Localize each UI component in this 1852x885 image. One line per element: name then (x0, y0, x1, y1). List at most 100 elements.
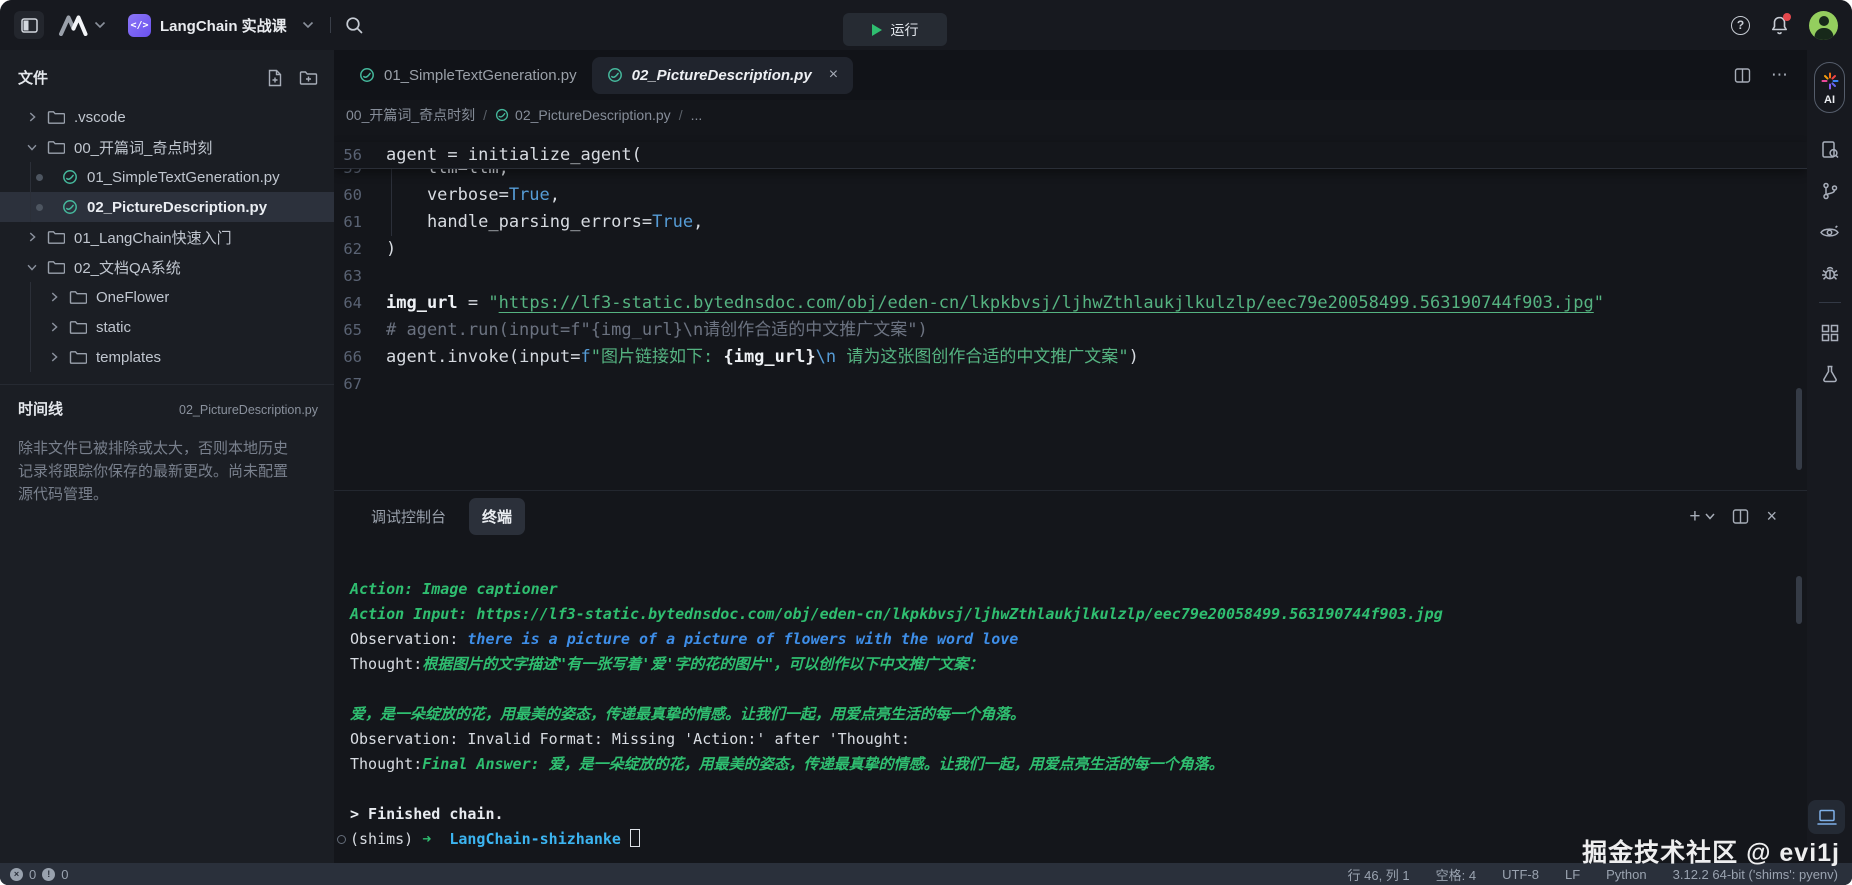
code-line[interactable]: 65# agent.run(input=f"{img_url}\n请创作合适的中… (334, 317, 1807, 344)
tree-row[interactable]: 00_开篇词_奇点时刻 (0, 132, 334, 162)
workspace-switcher[interactable]: </> LangChain 实战课 (128, 14, 314, 37)
code-line[interactable]: 60 verbose=True, (334, 182, 1807, 209)
tree-row[interactable]: templates (0, 342, 334, 372)
breadcrumb-more[interactable]: ... (691, 107, 703, 123)
chevron-right-icon[interactable] (46, 290, 62, 304)
tab-terminal[interactable]: 终端 (469, 498, 525, 535)
tree-item-label: 01_LangChain快速入门 (74, 227, 232, 248)
breadcrumb-folder[interactable]: 00_开篇词_奇点时刻 (346, 105, 475, 125)
remote-screen-button[interactable] (1808, 800, 1845, 834)
watermark: 掘金技术社区 @ evi1j (1582, 833, 1840, 869)
notifications-button[interactable] (1770, 15, 1789, 35)
code-line[interactable]: 66agent.invoke(input=f"图片链接如下: {img_url}… (334, 344, 1807, 371)
eol[interactable]: LF (1565, 867, 1580, 882)
warnings-count[interactable]: 0 (61, 867, 68, 882)
toggle-sidebar-button[interactable] (14, 11, 44, 39)
tab-debug-console[interactable]: 调试控制台 (358, 498, 459, 535)
terminal-scrollbar[interactable] (1796, 576, 1802, 624)
terminal-line: 爱，是一朵绽放的花，用最美的姿态，传递最真挚的情感。让我们一起，用爱点亮生活的每… (350, 702, 1787, 727)
layout-sidebar-icon (21, 18, 38, 33)
more-actions-icon[interactable]: ⋯ (1771, 65, 1789, 85)
terminal-line: > Finished chain. (350, 802, 1787, 827)
folder-icon (47, 139, 65, 155)
chevron-down-icon[interactable] (24, 260, 40, 274)
marscode-logo-icon (58, 15, 88, 36)
folder-icon (47, 109, 65, 125)
tree-row[interactable]: OneFlower (0, 282, 334, 312)
chevron-down-icon[interactable] (94, 21, 106, 29)
new-file-icon[interactable] (266, 69, 284, 87)
code-line[interactable]: 56agent = initialize_agent( (334, 142, 1807, 169)
tree-row[interactable]: 02_文档QA系统 (0, 252, 334, 282)
tree-row[interactable]: static (0, 312, 334, 342)
code-text: ) (386, 236, 396, 263)
play-icon (872, 24, 882, 36)
code-line[interactable]: 64img_url = "https://lf3-static.bytednsd… (334, 290, 1807, 317)
line-number: 66 (334, 344, 386, 371)
close-icon[interactable]: × (829, 66, 838, 84)
search-in-files-icon[interactable] (1807, 129, 1852, 170)
sidebar: 文件 .vscode00_开篇词_奇点时刻01_SimpleTextGenera… (0, 50, 334, 863)
terminal-line: Action Input: https://lf3-static.bytedns… (350, 602, 1787, 627)
code-line[interactable]: 67 (334, 371, 1807, 398)
split-editor-icon[interactable] (1734, 67, 1751, 84)
tree-row[interactable]: 02_PictureDescription.py (0, 192, 334, 222)
code-text: agent.invoke(input=f"图片链接如下: {img_url}\n… (386, 344, 1139, 371)
chevron-right-icon[interactable] (24, 230, 40, 244)
code-line[interactable]: 62) (334, 236, 1807, 263)
folder-icon (69, 289, 87, 305)
run-button[interactable]: 运行 (843, 13, 947, 46)
search-button[interactable] (345, 16, 364, 35)
warnings-icon[interactable]: ! (42, 868, 55, 881)
timeline-header[interactable]: 时间线 02_PictureDescription.py (0, 385, 334, 423)
tree-item-label: 02_PictureDescription.py (87, 199, 267, 216)
timeline-file-name: 02_PictureDescription.py (179, 403, 318, 417)
chevron-right-icon[interactable] (24, 110, 40, 124)
preview-eye-icon[interactable] (1807, 211, 1852, 252)
panel-header: 调试控制台 终端 + × (334, 491, 1807, 541)
terminal-output[interactable]: Action: Image captionerAction Input: htt… (334, 541, 1807, 863)
debug-bug-icon[interactable] (1807, 252, 1852, 293)
user-avatar[interactable] (1809, 11, 1838, 40)
ai-assistant-button[interactable]: AI (1814, 62, 1845, 113)
indentation[interactable]: 空格: 4 (1436, 865, 1476, 884)
editor-scrollbar[interactable] (1796, 388, 1802, 470)
new-terminal-button[interactable]: + (1689, 507, 1715, 526)
tab-02-picturedescription[interactable]: 02_PictureDescription.py × (592, 57, 853, 94)
tree-row[interactable]: 01_LangChain快速入门 (0, 222, 334, 252)
activity-bar-divider (1819, 302, 1841, 303)
code-editor[interactable]: 56agent = initialize_agent( 59 llm=llm,6… (334, 130, 1807, 490)
cursor-position[interactable]: 行 46, 列 1 (1348, 865, 1410, 884)
chevron-down-icon (1705, 513, 1715, 520)
tree-item-label: 02_文档QA系统 (74, 257, 181, 278)
errors-count[interactable]: 0 (29, 867, 36, 882)
encoding[interactable]: UTF-8 (1502, 867, 1539, 882)
chevron-down-icon[interactable] (24, 140, 40, 154)
code-text: # agent.run(input=f"{img_url}\n请创作合适的中文推… (386, 317, 928, 344)
tree-row[interactable]: .vscode (0, 102, 334, 132)
code-line[interactable]: 63 (334, 263, 1807, 290)
code-line[interactable]: 61 handle_parsing_errors=True, (334, 209, 1807, 236)
extensions-icon[interactable] (1807, 312, 1852, 353)
test-flask-icon[interactable] (1807, 353, 1852, 394)
tab-01-simpletextgeneration[interactable]: 01_SimpleTextGeneration.py (344, 57, 592, 94)
tree-row[interactable]: 01_SimpleTextGeneration.py (0, 162, 334, 192)
close-panel-icon[interactable]: × (1766, 506, 1777, 527)
chevron-right-icon[interactable] (46, 320, 62, 334)
run-button-label: 运行 (891, 20, 919, 40)
python-file-icon (607, 67, 623, 83)
breadcrumb-file[interactable]: 02_PictureDescription.py (495, 107, 671, 123)
split-terminal-icon[interactable] (1732, 508, 1749, 525)
breadcrumb: 00_开篇词_奇点时刻 / 02_PictureDescription.py /… (334, 100, 1807, 130)
terminal-line (350, 677, 1787, 702)
chevron-right-icon[interactable] (46, 350, 62, 364)
help-icon[interactable]: ? (1731, 16, 1750, 35)
app-logo[interactable] (58, 15, 106, 36)
top-bar: </> LangChain 实战课 运行 ? (0, 0, 1852, 50)
errors-icon[interactable]: × (10, 868, 23, 881)
source-control-icon[interactable] (1807, 170, 1852, 211)
python-file-icon (62, 199, 78, 215)
new-folder-icon[interactable] (299, 69, 318, 87)
terminal-line: Action: Image captioner (350, 577, 1787, 602)
python-file-icon (359, 67, 375, 83)
